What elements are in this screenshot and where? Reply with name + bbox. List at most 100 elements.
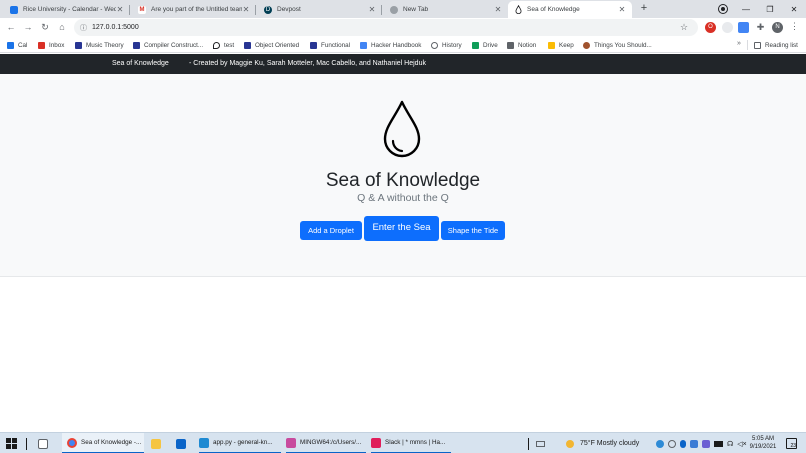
tab-title: Are you part of the Untitled team? <box>151 6 242 13</box>
bookmark-drive[interactable]: Drive <box>472 39 498 51</box>
browser-menu-icon[interactable]: ⋮ <box>790 21 799 32</box>
bookmark-notion[interactable]: Notion <box>507 39 536 51</box>
network-icon[interactable]: ☊ <box>727 440 733 448</box>
taskbar-app-slack[interactable]: Slack | * mmns | Ha... <box>371 433 451 453</box>
taskbar-app-outlook[interactable] <box>176 433 192 453</box>
outlook-icon <box>176 438 186 449</box>
bookmark-test[interactable]: test <box>213 39 234 51</box>
tab-search-icon[interactable] <box>719 5 727 13</box>
restore-icon[interactable]: ❐ <box>758 0 782 18</box>
bluetooth-icon[interactable] <box>680 439 686 448</box>
extension-opera-icon[interactable]: O <box>705 22 716 33</box>
reading-list-icon <box>754 41 761 49</box>
profile-avatar[interactable]: N <box>772 22 783 33</box>
calendar-icon <box>10 5 18 14</box>
git-bash-icon <box>286 437 296 448</box>
back-icon[interactable]: ← <box>5 21 17 33</box>
bookmark-label: Functional <box>321 41 351 49</box>
clock-time: 5:05 AM <box>751 436 774 442</box>
weather-widget[interactable]: 75°F Mostly cloudy <box>566 433 639 453</box>
bookmark-star-icon[interactable]: ☆ <box>680 22 692 33</box>
notification-center-icon[interactable]: 23 <box>786 438 797 449</box>
forward-icon[interactable]: → <box>22 21 34 33</box>
page-subtitle: Q & A without the Q <box>357 192 449 204</box>
bookmark-inbox[interactable]: Inbox <box>38 39 64 51</box>
tab-title: Devpost <box>277 6 301 13</box>
slack-icon <box>371 437 381 448</box>
bookmark-label: Compiler Construct... <box>144 41 204 49</box>
start-button[interactable] <box>6 433 17 453</box>
extension-voice-icon[interactable] <box>738 22 749 33</box>
shape-tide-button[interactable]: Shape the Tide <box>441 221 505 240</box>
bookmark-object-oriented[interactable]: Object Oriented <box>244 39 299 51</box>
bookmark-label: Things You Should... <box>594 41 652 49</box>
bookmark-things-you-should[interactable]: Things You Should... <box>583 39 652 51</box>
tab-devpost[interactable]: D Devpost ✕ <box>258 1 382 18</box>
tray-chat-icon[interactable] <box>702 439 710 448</box>
tray-divider <box>528 433 529 453</box>
minimize-icon[interactable]: — <box>734 0 758 18</box>
address-bar[interactable]: ⓘ 127.0.0.1:5000 ☆ <box>74 19 698 36</box>
add-droplet-button[interactable]: Add a Droplet <box>300 221 362 240</box>
taskbar-clock[interactable]: 5:05 AM 9/19/2021 <box>746 435 780 451</box>
droplet-logo-icon <box>383 100 421 158</box>
taskbar-app-file-explorer[interactable] <box>151 433 167 453</box>
bookmark-label: Notion <box>518 41 537 49</box>
home-icon[interactable]: ⌂ <box>56 21 68 33</box>
task-view-button[interactable] <box>38 433 52 453</box>
taskbar-app-label: app.py - general-kn... <box>213 439 273 446</box>
new-tab-button[interactable]: + <box>638 2 650 14</box>
battery-icon[interactable] <box>714 440 723 447</box>
enter-sea-button[interactable]: Enter the Sea <box>364 216 439 241</box>
tab-new-tab[interactable]: New Tab ✕ <box>384 1 508 18</box>
site-info-icon[interactable]: ⓘ <box>80 23 88 33</box>
bookmark-functional[interactable]: Functional <box>310 39 350 51</box>
bookmark-label: Music Theory <box>86 41 124 49</box>
close-icon[interactable]: ✕ <box>494 5 502 14</box>
bookmark-music-theory[interactable]: Music Theory <box>75 39 124 51</box>
close-icon[interactable]: ✕ <box>242 5 250 14</box>
tab-title: Rice University - Calendar - Wedn... <box>23 6 116 13</box>
extensions-puzzle-icon[interactable]: ✚ <box>755 22 766 33</box>
drive-icon <box>472 41 479 49</box>
reload-icon[interactable]: ↻ <box>39 21 51 33</box>
navbar-brand[interactable]: Sea of Knowledge <box>112 60 169 67</box>
close-icon[interactable]: ✕ <box>116 5 124 14</box>
taskbar-app-chrome[interactable]: Sea of Knowledge -... <box>62 433 144 453</box>
chrome-icon <box>67 437 77 448</box>
taskbar-app-git-bash[interactable]: MINGW64:/c/Users/... <box>286 433 366 453</box>
url-text[interactable]: 127.0.0.1:5000 <box>92 24 680 31</box>
tray-cloud-icon[interactable] <box>690 439 698 448</box>
reading-list-button[interactable]: Reading list <box>754 39 798 51</box>
close-icon[interactable]: ✕ <box>368 5 376 14</box>
taskbar-app-label: MINGW64:/c/Users/... <box>300 439 362 446</box>
bookmark-hacker-handbook[interactable]: Hacker Handbook <box>360 39 421 51</box>
tray-app-icon[interactable] <box>656 439 664 448</box>
tab-title: Sea of Knowledge <box>527 6 580 13</box>
bookmark-site-icon <box>583 41 590 49</box>
bookmarks-overflow-icon[interactable]: » <box>737 40 741 47</box>
gmail-icon: M <box>138 5 146 14</box>
bookmark-keep[interactable]: Keep <box>548 39 574 51</box>
bookmarks-divider <box>747 40 748 50</box>
tab-gmail[interactable]: M Are you part of the Untitled team? ✕ <box>132 1 256 18</box>
bookmark-history[interactable]: History <box>431 39 462 51</box>
tab-sea-of-knowledge[interactable]: Sea of Knowledge ✕ <box>508 1 632 18</box>
taskbar-app-vscode[interactable]: app.py - general-kn... <box>199 433 281 453</box>
bookmark-label: History <box>442 41 462 49</box>
taskbar-app-label: Slack | * mmns | Ha... <box>385 439 446 446</box>
partly-cloudy-icon <box>566 439 574 448</box>
bookmark-site-icon <box>133 41 140 49</box>
tab-rice-calendar[interactable]: Rice University - Calendar - Wedn... ✕ <box>4 1 130 18</box>
chrome-icon <box>390 5 398 14</box>
tray-settings-icon[interactable] <box>668 439 676 448</box>
clock-date: 9/19/2021 <box>749 444 777 450</box>
window-close-icon[interactable]: ✕ <box>782 0 806 18</box>
bookmark-compiler-construction[interactable]: Compiler Construct... <box>133 39 203 51</box>
bookmark-cal[interactable]: Cal <box>7 39 27 51</box>
close-icon[interactable]: ✕ <box>618 5 626 14</box>
extension-blank-icon[interactable] <box>722 22 733 33</box>
keyboard-icon[interactable] <box>536 433 545 453</box>
site-navbar: Sea of Knowledge - Created by Maggie Ku,… <box>0 54 806 74</box>
keep-icon <box>548 41 555 49</box>
